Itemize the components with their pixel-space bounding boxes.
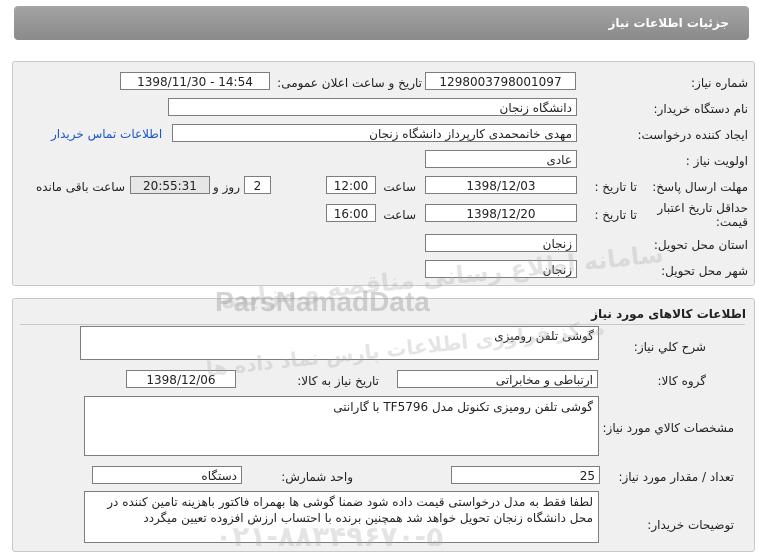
validity-label-1: حداقل تاریخ اعتبار [657,201,748,215]
spec-label: مشخصات کالاي مورد نياز: [602,421,734,435]
validity-label-2: قیمت: [715,215,748,229]
summary-label: شرح کلي نياز: [633,340,706,354]
deadline-date-field: 1398/12/03 [425,176,577,194]
creator-label: ایجاد کننده درخواست: [637,128,748,142]
goods-section-divider [20,324,745,325]
validity-time-field: 16:00 [326,204,376,222]
buyer-field: دانشگاه زنجان [168,98,577,116]
validity-date-field: 1398/12/20 [425,204,577,222]
notes-field: لطفا فقط به مدل درخواستی قیمت داده شود ض… [84,491,599,543]
need-number-label: شماره نیاز: [691,76,748,90]
deadline-time-label: ساعت [383,180,416,194]
goods-section-title: اطلاعات کالاهای مورد نیاز [591,307,746,321]
validity-to-date-label: تا تاریخ : [594,208,637,222]
qty-label: تعداد / مقدار مورد نیاز: [618,470,734,484]
city-label: شهر محل تحویل: [661,264,748,278]
notes-label: توضیحات خریدار: [647,518,734,532]
days-field: 2 [244,176,271,194]
creator-field: مهدی خانمحمدی کارپرداز دانشگاه زنجان [172,124,577,142]
unit-field: دستگاه [92,466,242,484]
group-label: گروه کالا: [657,374,707,388]
contact-buyer-link[interactable]: اطلاعات تماس خریدار [51,127,162,141]
validity-time-label: ساعت [383,208,416,222]
page-title: جزئیات اطلاعات نیاز [608,16,729,30]
deadline-label: مهلت ارسال پاسخ: [652,180,748,194]
announce-label: تاریخ و ساعت اعلان عمومی: [277,76,422,90]
unit-label: واحد شمارش: [281,470,353,484]
deadline-to-date-label: تا تاریخ : [594,180,637,194]
spec-field: گوشی تلفن رومیزی تکنوتل مدل TF5796 با گا… [84,396,599,456]
buyer-label: نام دستگاه خریدار: [653,102,749,116]
group-field: ارتباطی و مخابراتی [397,370,598,388]
remaining-label: ساعت باقی مانده [35,180,125,194]
need-info-panel [12,61,755,286]
announce-field: 1398/11/30 - 14:54 [120,72,270,90]
summary-field: گوشی تلفن رومیزی [80,326,599,360]
need-date-label: تاریخ نیاز به کالا: [297,374,379,388]
province-field: زنجان [425,234,577,252]
days-label: روز و [213,180,240,194]
need-date-field: 1398/12/06 [126,370,236,388]
province-label: استان محل تحویل: [653,238,748,252]
deadline-time-field: 12:00 [326,176,376,194]
city-field: زنجان [425,260,577,278]
priority-field: عادی [425,150,577,168]
page-header: جزئیات اطلاعات نیاز [14,6,749,40]
need-number-field: 1298003798001097 [425,72,576,90]
qty-field: 25 [451,466,600,484]
priority-label: اولویت نیاز : [685,154,748,168]
remaining-time-field: 20:55:31 [130,176,210,194]
